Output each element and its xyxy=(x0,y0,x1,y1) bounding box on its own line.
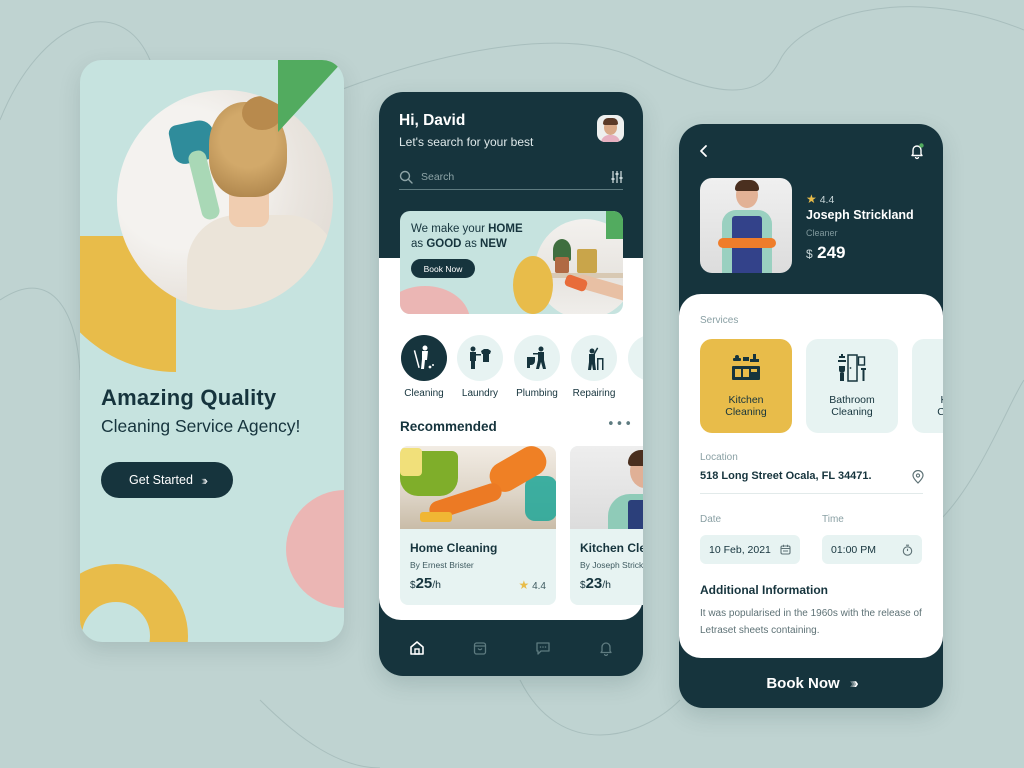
onboarding-title: Amazing Quality xyxy=(101,385,277,410)
category-painting[interactable]: Pa xyxy=(627,335,643,399)
onboarding-subtitle: Cleaning Service Agency! xyxy=(101,416,301,436)
get-started-label: Get Started xyxy=(129,473,193,487)
additional-info-title: Additional Information xyxy=(700,583,828,597)
back-arrow-icon[interactable] xyxy=(697,142,711,160)
nav-messages[interactable] xyxy=(528,633,558,663)
card-photo-kitchen-cleaning xyxy=(570,446,643,529)
card-rating: ★ 4.4 xyxy=(518,578,546,592)
bathroom-icon xyxy=(838,354,866,382)
services-label: Services xyxy=(700,315,739,326)
location-label: Location xyxy=(700,452,738,463)
cleaner-price: $ 249 xyxy=(806,243,846,262)
filter-sliders-icon[interactable] xyxy=(611,170,623,184)
category-laundry[interactable]: Laundry xyxy=(456,335,504,399)
bell-icon xyxy=(599,642,612,656)
calendar-icon xyxy=(780,544,791,555)
cleaner-role: Cleaner xyxy=(806,228,838,238)
search-icon xyxy=(399,170,413,184)
star-icon: ★ xyxy=(518,578,530,592)
book-now-label: Book Now xyxy=(766,674,840,692)
cleaner-rating: ★ 4.4 xyxy=(806,192,835,206)
service-card[interactable]: Kitchen Cleaning By Joseph Strickland $2… xyxy=(570,446,643,605)
card-title: Kitchen Cleaning xyxy=(580,541,643,555)
service-kitchen-cleaning-2[interactable]: KitchenCleaning xyxy=(912,339,943,433)
card-provider: By Joseph Strickland xyxy=(580,560,643,570)
service-bathroom-cleaning[interactable]: Bathroom Cleaning xyxy=(806,339,898,433)
search-bar xyxy=(399,164,623,190)
recommended-heading: Recommended xyxy=(400,419,497,434)
onboarding-screen: Amazing Quality Cleaning Service Agency!… xyxy=(80,60,344,642)
stopwatch-icon xyxy=(902,544,913,556)
cleaner-detail-screen: ★ 4.4 Joseph Strickland Cleaner $ 249 Se… xyxy=(679,124,943,708)
map-pin-icon[interactable] xyxy=(912,470,924,484)
decor-green-triangle xyxy=(278,60,344,132)
card-price: $23/h xyxy=(580,575,612,592)
cleaner-name: Joseph Strickland xyxy=(806,208,914,222)
category-repairing[interactable]: Repairing xyxy=(570,335,618,399)
get-started-button[interactable]: Get Started › › › xyxy=(101,462,233,498)
banner-headline: We make your HOME as GOOD as NEW xyxy=(411,223,523,250)
date-picker[interactable]: 10 Feb, 2021 xyxy=(700,535,800,564)
more-options-icon[interactable]: ••• xyxy=(607,417,633,432)
laundry-icon xyxy=(470,346,491,369)
time-picker[interactable]: 01:00 PM xyxy=(822,535,922,564)
date-label: Date xyxy=(700,514,722,525)
bottom-nav xyxy=(379,620,643,676)
card-title: Home Cleaning xyxy=(410,541,498,555)
triple-chevron-right-icon: › › › xyxy=(200,472,209,488)
nav-notifications[interactable] xyxy=(591,633,621,663)
category-list: Cleaning Laundry Plumbing Repairing Pa xyxy=(400,335,643,405)
category-plumbing[interactable]: Plumbing xyxy=(513,335,561,399)
cleaner-photo xyxy=(700,178,792,273)
nav-orders[interactable] xyxy=(465,633,495,663)
greeting-title: Hi, David xyxy=(399,112,466,129)
time-label: Time xyxy=(822,514,844,525)
divider xyxy=(700,493,923,494)
promo-banner[interactable]: We make your HOME as GOOD as NEW Book No… xyxy=(400,211,623,314)
banner-book-now-button[interactable]: Book Now xyxy=(411,259,475,278)
home-screen: Hi, David Let's search for your best We … xyxy=(379,92,643,676)
card-price: $25/h xyxy=(410,575,442,592)
decor-yellow-ring xyxy=(80,564,188,642)
cleaning-icon xyxy=(413,345,434,369)
service-kitchen-cleaning[interactable]: Kitchen Cleaning xyxy=(700,339,792,433)
user-avatar[interactable] xyxy=(597,115,624,142)
triple-chevron-right-icon: › › › xyxy=(849,674,859,692)
book-now-button[interactable]: Book Now › › › xyxy=(679,658,943,708)
repairing-icon xyxy=(588,347,604,370)
decor-pink-circle xyxy=(286,490,344,608)
time-value: 01:00 PM xyxy=(831,543,876,556)
search-input[interactable] xyxy=(421,170,611,183)
card-provider: By Ernest Brister xyxy=(410,560,474,570)
star-icon: ★ xyxy=(806,192,817,206)
additional-info-text: It was popularised in the 1960s with the… xyxy=(700,608,922,636)
recommended-cards: Home Cleaning By Ernest Brister $25/h ★ … xyxy=(400,446,643,606)
notification-bell-icon[interactable] xyxy=(909,142,925,160)
location-value[interactable]: 518 Long Street Ocala, FL 34471. xyxy=(700,470,872,482)
service-card[interactable]: Home Cleaning By Ernest Brister $25/h ★ … xyxy=(400,446,556,605)
painting-icon xyxy=(640,345,643,371)
nav-home[interactable] xyxy=(402,633,432,663)
plumbing-icon xyxy=(527,346,546,369)
category-cleaning[interactable]: Cleaning xyxy=(400,335,448,399)
card-photo-home-cleaning xyxy=(400,446,556,529)
kitchen-icon xyxy=(732,354,760,380)
kitchen-icon xyxy=(942,352,943,384)
greeting-subtitle: Let's search for your best xyxy=(399,135,534,149)
date-value: 10 Feb, 2021 xyxy=(709,543,771,556)
services-list: KitchenCleaning BathroomCleaning Kitchen… xyxy=(700,339,943,434)
shopping-bag-icon xyxy=(473,642,486,655)
home-icon xyxy=(409,641,424,655)
chat-icon xyxy=(535,642,550,655)
